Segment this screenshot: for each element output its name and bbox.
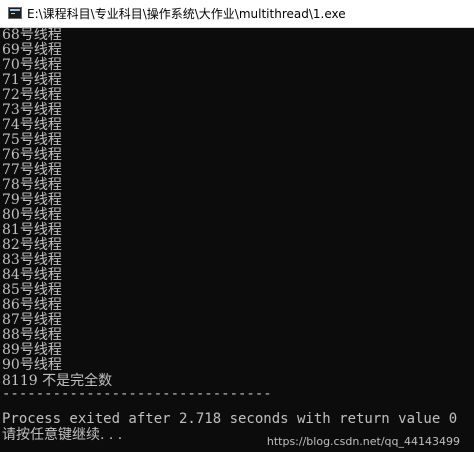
separator-line: -------------------------------- (2, 386, 272, 402)
console-line: 87号线程 (2, 312, 62, 328)
window-title: E:\课程科目\专业科目\操作系统\大作业\multithread\1.exe (27, 7, 346, 21)
console-line: 81号线程 (2, 222, 62, 238)
console-line: 70号线程 (2, 57, 62, 73)
title-bar[interactable]: E:\课程科目\专业科目\操作系统\大作业\multithread\1.exe (0, 0, 474, 28)
console-output[interactable]: 68号线程 69号线程 70号线程 71号线程 72号线程 73号线程 74号线… (0, 28, 474, 452)
console-line: 78号线程 (2, 177, 62, 193)
console-window: E:\课程科目\专业科目\操作系统\大作业\multithread\1.exe … (0, 0, 474, 452)
console-line: 88号线程 (2, 327, 62, 343)
console-line: Process exited after 2.718 seconds with … (2, 411, 458, 427)
console-app-icon[interactable] (8, 7, 22, 19)
console-line: 82号线程 (2, 237, 62, 253)
console-line: 89号线程 (2, 342, 62, 358)
console-line: 请按任意键继续. . . (2, 427, 123, 443)
console-line: 80号线程 (2, 207, 62, 223)
console-line: 90号线程 (2, 357, 62, 373)
console-line: 75号线程 (2, 132, 62, 148)
watermark: https://blog.csdn.net/qq_44143499 (266, 435, 460, 448)
console-line: 73号线程 (2, 102, 62, 118)
console-line: 71号线程 (2, 72, 62, 88)
console-line: 69号线程 (2, 42, 62, 58)
console-line: 77号线程 (2, 162, 62, 178)
console-line: 85号线程 (2, 282, 62, 298)
console-line: 84号线程 (2, 267, 62, 283)
console-line: 72号线程 (2, 87, 62, 103)
console-line: 79号线程 (2, 192, 62, 208)
console-line: 68号线程 (2, 27, 62, 43)
console-line: 83号线程 (2, 252, 62, 268)
console-line: 74号线程 (2, 117, 62, 133)
console-line: 76号线程 (2, 147, 62, 163)
console-line: 86号线程 (2, 297, 62, 313)
